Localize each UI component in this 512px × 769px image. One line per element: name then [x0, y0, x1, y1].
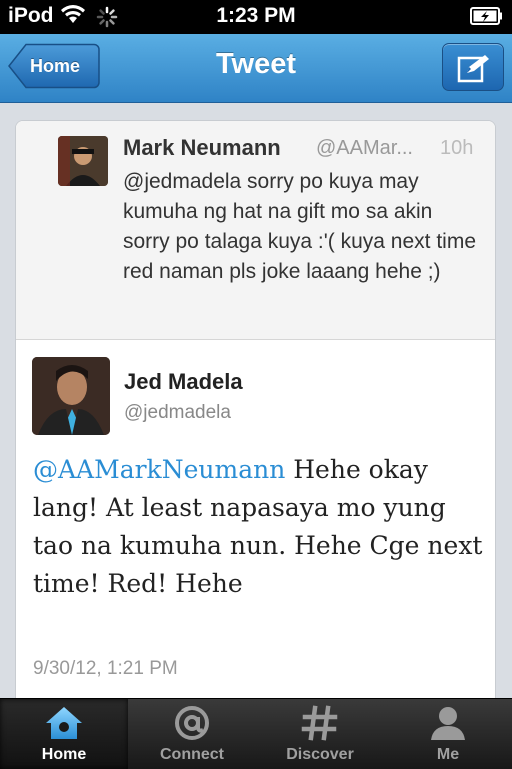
page-title: Tweet [215, 48, 297, 80]
tab-discover-label: Discover [286, 746, 354, 763]
status-bar: iPod 1:23 PM [0, 0, 512, 34]
tweet-detail-card: Mark Neumann @AAMar... 10h @jedmadela so… [15, 120, 496, 710]
compose-button[interactable] [442, 43, 504, 91]
status-time: 1:23 PM [216, 4, 296, 27]
in-reply-to-tweet[interactable]: Mark Neumann @AAMar... 10h @jedmadela so… [16, 121, 495, 340]
compose-icon [457, 55, 489, 83]
at-icon [175, 706, 209, 740]
tab-connect[interactable]: Connect [128, 699, 256, 769]
avatar[interactable] [58, 136, 108, 186]
tab-discover[interactable]: Discover [256, 699, 384, 769]
tweet-timestamp: 9/30/12, 1:21 PM [33, 658, 178, 679]
author-handle[interactable]: @jedmadela [124, 402, 231, 424]
battery-icon [470, 7, 504, 30]
mention-link[interactable]: @AAMarkNeumann [33, 455, 285, 484]
navigation-bar: Home Tweet [0, 34, 512, 103]
author-name[interactable]: Jed Madela [124, 369, 243, 395]
tweet-text: @AAMarkNeumann Hehe okay lang! At least … [33, 451, 488, 603]
reply-tweet-text: @jedmadela sorry po kuya may kumuha ng h… [123, 170, 477, 283]
tab-connect-label: Connect [160, 746, 224, 763]
tab-me-label: Me [436, 746, 460, 763]
tab-home-label: Home [41, 746, 87, 763]
reply-author-handle: @AAMar... [316, 137, 413, 159]
tab-bar: Home Connect Discover Me [0, 698, 512, 769]
hash-icon [301, 705, 338, 741]
reply-author-name: Mark Neumann [123, 135, 281, 160]
tab-home[interactable]: Home [0, 699, 128, 769]
tab-me[interactable]: Me [384, 699, 512, 769]
avatar[interactable] [32, 357, 110, 435]
person-icon [431, 707, 465, 740]
home-icon [46, 707, 82, 739]
reply-relative-time: 10h [440, 137, 474, 159]
